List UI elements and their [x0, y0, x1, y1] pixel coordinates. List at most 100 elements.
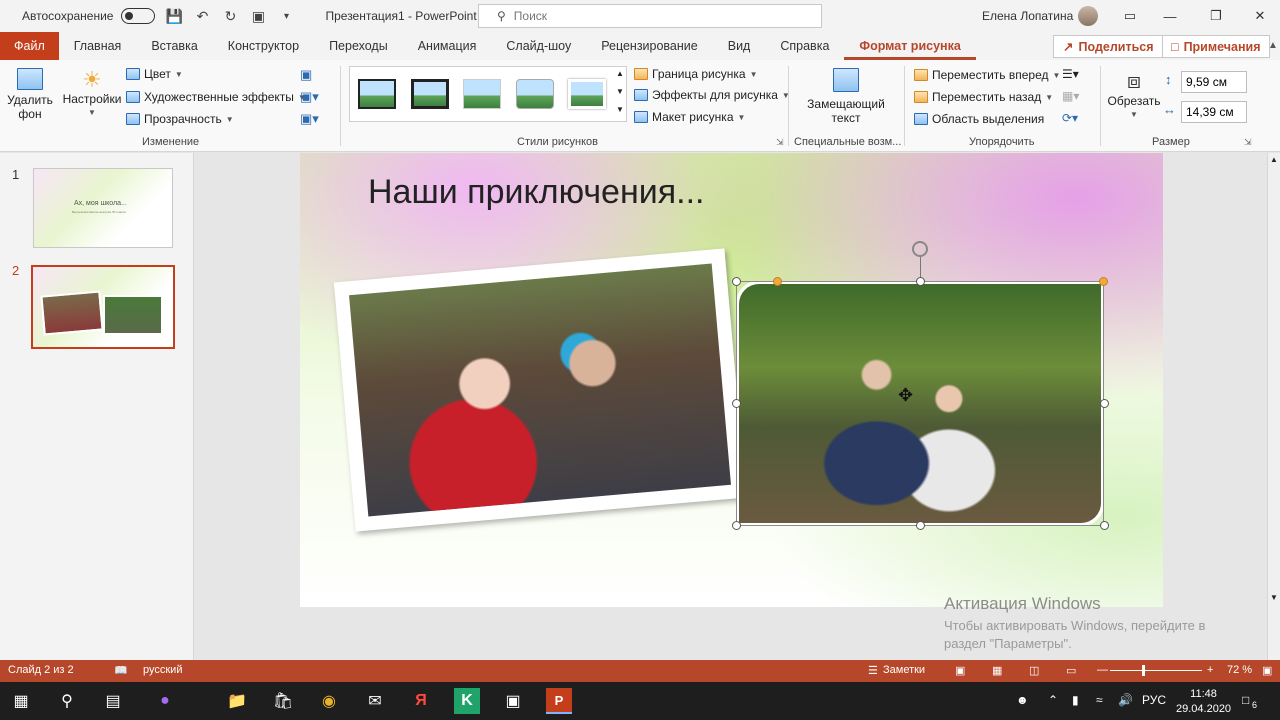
height-input[interactable] — [1181, 71, 1247, 93]
resize-handle-left[interactable] — [732, 399, 741, 408]
zoom-slider[interactable] — [1110, 670, 1202, 671]
style-thumb-2[interactable] — [411, 79, 449, 109]
redo-icon[interactable]: ↻ — [221, 7, 239, 25]
tab-file[interactable]: Файл — [0, 32, 59, 60]
comments-button[interactable]: □ Примечания — [1162, 35, 1270, 58]
normal-view-icon[interactable]: ▣ — [955, 664, 965, 677]
tab-slideshow[interactable]: Слайд-шоу — [491, 32, 586, 60]
store-icon[interactable]: 🛍 — [270, 688, 296, 714]
style-thumb-4[interactable] — [516, 79, 554, 109]
vertical-scrollbar[interactable]: ▲ ▼ — [1267, 153, 1280, 660]
crop-button[interactable]: ⧈ Обрезать ▼ — [1108, 68, 1161, 122]
corrections-button[interactable]: ☀ Настройки ▼ — [62, 68, 122, 120]
customize-qat-icon[interactable]: ▾ — [277, 7, 295, 25]
gallery-more-icon[interactable]: ▼ — [616, 105, 624, 114]
spellcheck-icon[interactable]: 📖 — [114, 664, 128, 677]
tab-help[interactable]: Справка — [765, 32, 844, 60]
alice-assistant-icon[interactable]: ● — [152, 688, 178, 714]
reset-picture-icon[interactable]: ▣▾ — [300, 111, 319, 127]
people-icon[interactable]: ☻ — [1016, 693, 1029, 707]
adjust-handle-top-right[interactable] — [1099, 277, 1108, 286]
slide-2[interactable]: Наши приключения... ✥ — [300, 153, 1163, 607]
volume-icon[interactable]: 🔊 — [1118, 693, 1133, 707]
selection-pane-button[interactable]: Область выделения — [914, 112, 1044, 126]
clock[interactable]: 11:48 29.04.2020 — [1176, 687, 1231, 717]
zoom-level[interactable]: 72 % — [1227, 664, 1252, 676]
gallery-scroll-down-icon[interactable]: ▼ — [616, 87, 624, 96]
zoom-slider-thumb[interactable] — [1142, 665, 1145, 676]
compress-pictures-icon[interactable]: ▣ — [300, 67, 312, 83]
picture-styles-gallery[interactable]: ▲ ▼ ▼ — [349, 66, 627, 122]
notifications-icon[interactable]: □ — [1242, 693, 1249, 707]
file-explorer-icon[interactable]: 📁 — [224, 688, 250, 714]
video-recorder-icon[interactable]: ▣ — [500, 688, 526, 714]
resize-handle-right[interactable] — [1100, 399, 1109, 408]
picture-effects-button[interactable]: Эффекты для рисунка ▼ — [634, 88, 790, 102]
restore-icon[interactable]: ❐ — [1204, 4, 1228, 28]
tab-transitions[interactable]: Переходы — [314, 32, 403, 60]
windows-start-icon[interactable]: ▦ — [8, 688, 34, 714]
autosave-toggle[interactable] — [121, 8, 156, 24]
mail-icon[interactable]: ✉ — [362, 688, 388, 714]
slide-picture-1[interactable] — [333, 248, 747, 532]
chrome-icon[interactable]: ◉ — [316, 688, 342, 714]
scroll-up-icon[interactable]: ▲ — [1270, 155, 1278, 164]
picture-border-button[interactable]: Граница рисунка ▼ — [634, 67, 758, 81]
zoom-in-icon[interactable]: + — [1207, 664, 1213, 676]
resize-handle-bottom-right[interactable] — [1100, 521, 1109, 530]
style-thumb-3[interactable] — [463, 79, 501, 109]
zoom-out-icon[interactable]: — — [1097, 664, 1108, 676]
tray-chevron-icon[interactable]: ⌃ — [1048, 693, 1058, 707]
save-icon[interactable]: 💾 — [165, 7, 183, 25]
wifi-icon[interactable]: ≈ — [1096, 693, 1103, 707]
resize-handle-top[interactable] — [916, 277, 925, 286]
style-thumb-5[interactable] — [568, 79, 606, 109]
picture-layout-button[interactable]: Макет рисунка ▼ — [634, 110, 745, 124]
notes-button[interactable]: Заметки — [883, 664, 925, 676]
yandex-browser-icon[interactable]: Я — [408, 688, 434, 714]
slideshow-icon[interactable]: ▭ — [1066, 664, 1076, 677]
resize-handle-bottom[interactable] — [916, 521, 925, 530]
search-box[interactable]: ⚲ Поиск — [478, 4, 822, 28]
change-picture-icon[interactable]: ▣▾ — [300, 89, 319, 105]
width-input[interactable] — [1181, 101, 1247, 123]
reading-view-icon[interactable]: ◫ — [1029, 664, 1039, 677]
alt-text-button[interactable]: Замещающий текст — [806, 68, 886, 125]
close-icon[interactable]: ✕ — [1248, 4, 1272, 28]
tab-design[interactable]: Конструктор — [213, 32, 314, 60]
tab-animations[interactable]: Анимация — [403, 32, 492, 60]
resize-handle-bottom-left[interactable] — [732, 521, 741, 530]
battery-icon[interactable]: ▮ — [1072, 693, 1079, 707]
present-icon[interactable]: ▣ — [249, 7, 267, 25]
search-icon[interactable]: ⚲ — [54, 688, 80, 714]
avatar[interactable] — [1078, 6, 1098, 26]
tab-home[interactable]: Главная — [59, 32, 137, 60]
group-objects-icon[interactable]: ▦▾ — [1062, 89, 1079, 103]
remove-background-button[interactable]: Удалить фон — [7, 68, 53, 121]
language-label[interactable]: русский — [143, 664, 182, 676]
color-button[interactable]: Цвет ▼ — [126, 67, 183, 81]
adjust-handle-top-left[interactable] — [773, 277, 782, 286]
keyboard-language[interactable]: РУС — [1142, 693, 1166, 707]
powerpoint-icon[interactable]: P — [546, 688, 572, 714]
ribbon-display-icon[interactable]: ▭ — [1118, 4, 1142, 28]
task-view-icon[interactable]: ▤ — [100, 688, 126, 714]
dialog-launcher-icon[interactable]: ⇲ — [776, 137, 784, 148]
send-backward-button[interactable]: Переместить назад ▼ — [914, 90, 1053, 104]
scroll-down-icon[interactable]: ▼ — [1270, 593, 1278, 602]
undo-icon[interactable]: ↶ — [193, 7, 211, 25]
artistic-effects-button[interactable]: Художественные эффекты ▼ — [126, 90, 306, 104]
gallery-scroll-up-icon[interactable]: ▲ — [616, 69, 624, 78]
minimize-icon[interactable]: — — [1158, 4, 1182, 28]
rotate-objects-icon[interactable]: ⟳▾ — [1062, 111, 1078, 125]
kaspersky-icon[interactable]: K — [454, 688, 480, 714]
tab-review[interactable]: Рецензирование — [586, 32, 713, 60]
fit-to-window-icon[interactable]: ▣ — [1262, 664, 1272, 677]
dialog-launcher-icon[interactable]: ⇲ — [1244, 137, 1252, 148]
rotate-handle-icon[interactable] — [912, 241, 928, 257]
tab-view[interactable]: Вид — [713, 32, 766, 60]
ribbon-collapse-icon[interactable]: ▲ — [1268, 40, 1278, 51]
user-name[interactable]: Елена Лопатина — [982, 9, 1073, 23]
slide-thumbnail-1[interactable]: Ах, моя школа... Выпускники Школы выпуск… — [33, 168, 173, 248]
slide-title[interactable]: Наши приключения... — [368, 173, 704, 212]
